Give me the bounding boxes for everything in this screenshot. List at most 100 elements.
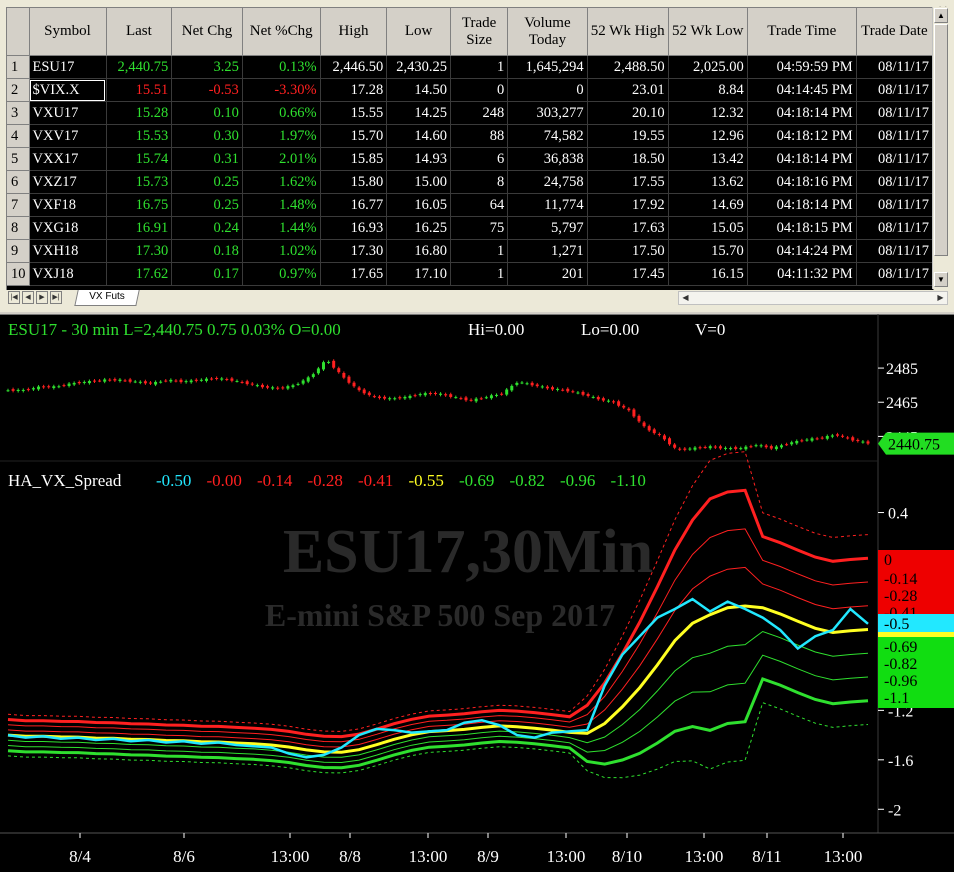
cell-low[interactable]: 16.80 bbox=[386, 239, 451, 263]
cell-date[interactable]: 08/11/17 bbox=[856, 262, 933, 286]
cell-symbol[interactable]: VXJ18 bbox=[29, 262, 107, 286]
cell-chg[interactable]: -0.53 bbox=[171, 78, 243, 102]
cell-symbol[interactable]: VXU17 bbox=[29, 101, 107, 125]
scroll-thumb[interactable] bbox=[934, 24, 948, 256]
column-header-trade-date[interactable]: Trade Date bbox=[856, 8, 933, 56]
cell-wkhigh[interactable]: 2,488.50 bbox=[587, 55, 669, 79]
cell-pct[interactable]: 1.62% bbox=[242, 170, 321, 194]
row-number[interactable]: 4 bbox=[7, 124, 30, 148]
scroll-down-icon[interactable]: ▼ bbox=[934, 272, 948, 287]
table-row[interactable]: 2 $VIX.X 15.51 -0.53 -3.30% 17.28 14.50 0 0 23.01… bbox=[7, 78, 933, 102]
cell-time[interactable]: 04:14:45 PM bbox=[747, 78, 857, 102]
cell-symbol[interactable]: VXZ17 bbox=[29, 170, 107, 194]
cell-time[interactable]: 04:18:14 PM bbox=[747, 101, 857, 125]
cell-low[interactable]: 16.25 bbox=[386, 216, 451, 240]
cell-volume[interactable]: 5,797 bbox=[507, 216, 588, 240]
column-header-volume-today[interactable]: Volume Today bbox=[507, 8, 588, 56]
row-number[interactable]: 1 bbox=[7, 55, 30, 79]
cell-wkhigh[interactable]: 19.55 bbox=[587, 124, 669, 148]
table-row[interactable]: 3 VXU17 15.28 0.10 0.66% 15.55 14.25 248 303,277… bbox=[7, 101, 933, 125]
cell-size[interactable]: 75 bbox=[450, 216, 509, 240]
table-row[interactable]: 6 VXZ17 15.73 0.25 1.62% 15.80 15.00 8 24,758 17.… bbox=[7, 170, 933, 194]
column-header-symbol[interactable]: Symbol bbox=[29, 8, 107, 56]
cell-volume[interactable]: 24,758 bbox=[507, 170, 588, 194]
row-number[interactable]: 7 bbox=[7, 193, 30, 217]
cell-wklow[interactable]: 12.32 bbox=[668, 101, 748, 125]
cell-low[interactable]: 17.10 bbox=[386, 262, 451, 286]
cell-date[interactable]: 08/11/17 bbox=[856, 193, 933, 217]
cell-chg[interactable]: 0.31 bbox=[171, 147, 243, 171]
cell-low[interactable]: 14.25 bbox=[386, 101, 451, 125]
cell-last[interactable]: 15.74 bbox=[106, 147, 173, 171]
cell-date[interactable]: 08/11/17 bbox=[856, 78, 933, 102]
cell-last[interactable]: 17.62 bbox=[106, 262, 173, 286]
cell-last[interactable]: 17.30 bbox=[106, 239, 173, 263]
row-number[interactable]: 3 bbox=[7, 101, 30, 125]
cell-wklow[interactable]: 13.62 bbox=[668, 170, 748, 194]
cell-chg[interactable]: 0.10 bbox=[171, 101, 243, 125]
row-number[interactable]: 8 bbox=[7, 216, 30, 240]
row-number[interactable]: 9 bbox=[7, 239, 30, 263]
cell-high[interactable]: 15.80 bbox=[320, 170, 388, 194]
cell-low[interactable]: 15.00 bbox=[386, 170, 451, 194]
cell-high[interactable]: 17.30 bbox=[320, 239, 388, 263]
cell-wkhigh[interactable]: 17.63 bbox=[587, 216, 669, 240]
cell-volume[interactable]: 11,774 bbox=[507, 193, 588, 217]
price-indicator-chart[interactable]: ESU17,30Min E-mini S&P 500 Sep 2017 ESU1… bbox=[0, 314, 954, 872]
cell-symbol[interactable]: ESU17 bbox=[29, 55, 107, 79]
table-row[interactable]: 7 VXF18 16.75 0.25 1.48% 16.77 16.05 64 11,774 17… bbox=[7, 193, 933, 217]
cell-size[interactable]: 64 bbox=[450, 193, 509, 217]
column-header-net-chg[interactable]: Net Chg bbox=[171, 8, 243, 56]
column-header-trade-size[interactable]: Trade Size bbox=[450, 8, 509, 56]
cell-symbol[interactable]: VXX17 bbox=[29, 147, 107, 171]
tab-first-icon[interactable]: |◀ bbox=[8, 291, 20, 304]
cell-time[interactable]: 04:11:32 PM bbox=[747, 262, 857, 286]
cell-date[interactable]: 08/11/17 bbox=[856, 55, 933, 79]
cell-wklow[interactable]: 16.15 bbox=[668, 262, 748, 286]
cell-wklow[interactable]: 13.42 bbox=[668, 147, 748, 171]
quote-grid[interactable]: Symbol Last Net Chg Net %Chg High Low Trade Si… bbox=[6, 7, 934, 291]
cell-high[interactable]: 15.70 bbox=[320, 124, 388, 148]
column-header-net-chg[interactable]: Net %Chg bbox=[242, 8, 321, 56]
column-header-last[interactable]: Last bbox=[106, 8, 173, 56]
cell-chg[interactable]: 0.25 bbox=[171, 170, 243, 194]
cell-high[interactable]: 16.93 bbox=[320, 216, 388, 240]
cell-chg[interactable]: 0.17 bbox=[171, 262, 243, 286]
cell-last[interactable]: 15.28 bbox=[106, 101, 173, 125]
cell-chg[interactable]: 0.25 bbox=[171, 193, 243, 217]
cell-pct[interactable]: 1.48% bbox=[242, 193, 321, 217]
tab-next-icon[interactable]: ▶ bbox=[36, 291, 48, 304]
horizontal-scrollbar[interactable]: ◀ ▶ bbox=[678, 291, 948, 305]
cell-symbol[interactable]: VXG18 bbox=[29, 216, 107, 240]
column-header-trade-time[interactable]: Trade Time bbox=[747, 8, 857, 56]
column-header-52-wk-high[interactable]: 52 Wk High bbox=[587, 8, 669, 56]
cell-low[interactable]: 14.60 bbox=[386, 124, 451, 148]
cell-pct[interactable]: 0.66% bbox=[242, 101, 321, 125]
table-row[interactable]: 1 ESU17 2,440.75 3.25 0.13% 2,446.50 2,430.25 1… bbox=[7, 55, 933, 79]
cell-symbol[interactable]: VXV17 bbox=[29, 124, 107, 148]
cell-high[interactable]: 15.85 bbox=[320, 147, 388, 171]
cell-chg[interactable]: 0.30 bbox=[171, 124, 243, 148]
cell-volume[interactable]: 201 bbox=[507, 262, 588, 286]
cell-high[interactable]: 16.77 bbox=[320, 193, 388, 217]
table-row[interactable]: 4 VXV17 15.53 0.30 1.97% 15.70 14.60 88 74,582 19… bbox=[7, 124, 933, 148]
cell-wkhigh[interactable]: 20.10 bbox=[587, 101, 669, 125]
cell-time[interactable]: 04:18:16 PM bbox=[747, 170, 857, 194]
cell-high[interactable]: 2,446.50 bbox=[320, 55, 388, 79]
row-number[interactable]: 2 bbox=[7, 78, 30, 102]
cell-wkhigh[interactable]: 17.92 bbox=[587, 193, 669, 217]
cell-pct[interactable]: 0.13% bbox=[242, 55, 321, 79]
cell-pct[interactable]: 2.01% bbox=[242, 147, 321, 171]
cell-size[interactable]: 88 bbox=[450, 124, 509, 148]
cell-size[interactable]: 248 bbox=[450, 101, 509, 125]
cell-low[interactable]: 14.50 bbox=[386, 78, 451, 102]
cell-wkhigh[interactable]: 17.45 bbox=[587, 262, 669, 286]
cell-volume[interactable]: 0 bbox=[507, 78, 588, 102]
cell-date[interactable]: 08/11/17 bbox=[856, 239, 933, 263]
table-row[interactable]: 8 VXG18 16.91 0.24 1.44% 16.93 16.25 75 5,797 17.… bbox=[7, 216, 933, 240]
cell-wkhigh[interactable]: 18.50 bbox=[587, 147, 669, 171]
table-row[interactable]: 9 VXH18 17.30 0.18 1.02% 17.30 16.80 1 1,271 17.5… bbox=[7, 239, 933, 263]
cell-pct[interactable]: 1.97% bbox=[242, 124, 321, 148]
cell-date[interactable]: 08/11/17 bbox=[856, 124, 933, 148]
cell-size[interactable]: 1 bbox=[450, 262, 509, 286]
